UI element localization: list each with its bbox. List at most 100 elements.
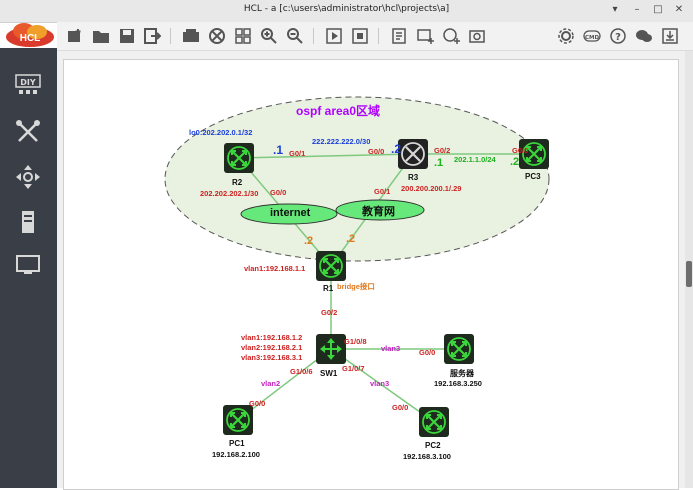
stop-icon[interactable]: [351, 27, 369, 45]
r2-r3-network: 222.222.222.0/30: [312, 137, 371, 146]
r1-port-g02: G0/2: [321, 308, 338, 317]
r1-vlan1-ip: vlan1:192.168.1.1: [244, 264, 306, 273]
sw1-pc1-vlan: vlan2: [261, 379, 281, 388]
pc3-name: PC3: [525, 172, 541, 181]
screenshot-icon[interactable]: [468, 27, 486, 45]
sw1-vlan1-ip: vlan1:192.168.1.2: [241, 333, 303, 342]
toolbar: CMD ?: [57, 22, 693, 51]
canvas-area: ospf area0区域 internet 教育网 lo0:202.202.0.…: [57, 51, 685, 490]
cable-icon[interactable]: [208, 27, 226, 45]
title-bar: HCL - a [c:\users\administrator\hcl\proj…: [0, 0, 693, 23]
device-icon[interactable]: [182, 27, 200, 45]
r1-bridge-label: bridge接口: [337, 282, 375, 291]
svg-text:DIY: DIY: [20, 78, 36, 87]
dropdown-icon[interactable]: ▾: [608, 3, 622, 17]
diy-icon[interactable]: DIY: [14, 72, 42, 100]
r3-ip: 200.200.200.1/.29: [401, 184, 462, 193]
sw1-vlan3-ip: vlan3:192.168.3.1: [241, 353, 303, 362]
window-title: HCL - a [c:\users\administrator\hcl\proj…: [243, 4, 450, 14]
router-r1[interactable]: [314, 249, 348, 283]
r3-port-g00: G0/0: [368, 147, 385, 156]
maximize-button[interactable]: □: [651, 3, 665, 17]
pc2-device[interactable]: [417, 405, 451, 439]
cmd-icon[interactable]: CMD: [583, 27, 601, 45]
add-rect-icon[interactable]: [416, 27, 434, 45]
sw1-name: SW1: [320, 369, 338, 378]
sw1-port-g108: G1/0/8: [344, 337, 367, 346]
r3-host-id-right: .1: [434, 157, 444, 169]
sidebar: DIY: [0, 48, 57, 488]
topology-drawing: [164, 96, 551, 439]
toolbar-separator: [378, 28, 379, 44]
r3-name: R3: [408, 173, 419, 182]
router-r2[interactable]: [222, 141, 256, 175]
logo-text: HCL: [20, 33, 41, 44]
minimize-button[interactable]: –: [630, 3, 644, 17]
svg-text:CMD: CMD: [585, 35, 600, 41]
tools-icon[interactable]: [14, 118, 42, 146]
sw1-port-g107: G1/0/7: [342, 364, 365, 373]
grid-icon[interactable]: [234, 27, 252, 45]
switch-sw1[interactable]: [315, 333, 347, 365]
zoom-in-icon[interactable]: [260, 27, 278, 45]
pc1-ip: 192.168.2.100: [212, 450, 260, 459]
r2-ip: 202.202.202.1/30: [200, 189, 259, 198]
monitor-icon[interactable]: [14, 251, 42, 279]
r1-host-id-right: .2: [346, 233, 356, 245]
close-button[interactable]: ✕: [672, 3, 686, 17]
notes-icon[interactable]: [390, 27, 408, 45]
chat-icon[interactable]: [635, 27, 653, 45]
settings-icon[interactable]: [557, 27, 575, 45]
area-title: ospf area0区域: [296, 104, 381, 118]
pc1-port-g00: G0/0: [249, 399, 266, 408]
help-icon[interactable]: ?: [609, 27, 627, 45]
server-device[interactable]: [442, 332, 476, 366]
r1-name: R1: [323, 284, 334, 293]
r1-host-id-left: .2: [304, 235, 314, 247]
zoom-out-icon[interactable]: [286, 27, 304, 45]
scrollbar-thumb[interactable]: [686, 261, 692, 287]
pc1-name: PC1: [229, 439, 245, 448]
sw1-port-g106: G1/0/6: [290, 367, 313, 376]
sw1-vlan2-ip: vlan2:192.168.2.1: [241, 343, 303, 352]
save-icon[interactable]: [118, 27, 136, 45]
pc2-ip: 192.168.3.100: [403, 452, 451, 461]
r2-name: R2: [232, 178, 243, 187]
r3-pc3-network: 202.1.1.0/24: [454, 155, 496, 164]
new-project-icon[interactable]: [66, 27, 84, 45]
export-icon[interactable]: [143, 27, 161, 45]
pc2-port-g00: G0/0: [392, 403, 409, 412]
r2-loopback: lo0:202.202.0.1/32: [189, 128, 253, 137]
sw1-pc2-vlan: vlan3: [370, 379, 390, 388]
hcl-logo: HCL: [6, 23, 54, 47]
server-ip: 192.168.3.250: [434, 379, 482, 388]
pc3-host-id: .2: [510, 156, 520, 168]
internet-label: internet: [270, 207, 311, 219]
edu-label: 教育网: [362, 206, 395, 218]
r2-host-id: .1: [273, 143, 284, 157]
pc1-device[interactable]: [221, 403, 255, 437]
server-icon[interactable]: [14, 208, 42, 236]
toolbar-separator: [170, 28, 171, 44]
r3-port-g01: G0/1: [374, 187, 391, 196]
svg-text:?: ?: [615, 32, 621, 43]
start-icon[interactable]: [325, 27, 343, 45]
move-icon[interactable]: [14, 163, 42, 191]
download-icon[interactable]: [661, 27, 679, 45]
ospf-area[interactable]: [164, 96, 550, 262]
server-name: 服务器: [450, 369, 474, 378]
sw1-server-vlan: vlan3: [381, 344, 401, 353]
topology-canvas[interactable]: ospf area0区域 internet 教育网 lo0:202.202.0.…: [63, 59, 679, 490]
pc3-port-g00: G0/0: [512, 146, 529, 155]
pc2-name: PC2: [425, 441, 441, 450]
r3-host-id-left: .2: [391, 142, 402, 156]
server-port-g00: G0/0: [419, 348, 436, 357]
r2-port-g01: G0/1: [289, 149, 306, 158]
r3-port-g02: G0/2: [434, 146, 451, 155]
router-r3[interactable]: [396, 137, 430, 171]
vertical-scrollbar[interactable]: [685, 51, 693, 488]
open-folder-icon[interactable]: [92, 27, 110, 45]
toolbar-separator: [313, 28, 314, 44]
r2-port-g00: G0/0: [270, 188, 287, 197]
add-ellipse-icon[interactable]: [442, 27, 460, 45]
